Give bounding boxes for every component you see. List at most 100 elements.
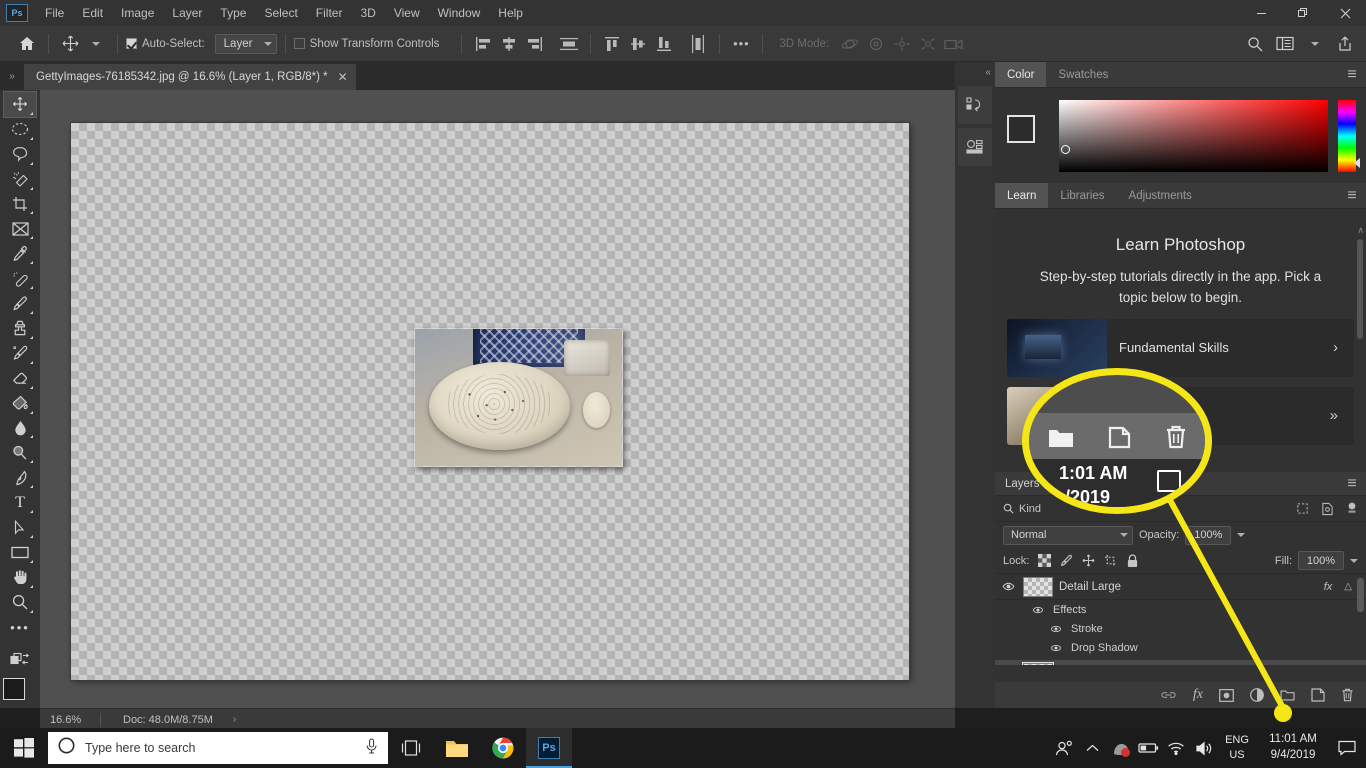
distribute-vertical-icon[interactable] bbox=[685, 32, 711, 56]
color-panel[interactable] bbox=[995, 88, 1366, 183]
spot-healing-brush-tool[interactable] bbox=[4, 266, 36, 291]
layer-style-fx-icon[interactable]: fx bbox=[1193, 687, 1203, 703]
auto-select-scope-dropdown[interactable]: Layer bbox=[214, 33, 277, 54]
menu-item-edit[interactable]: Edit bbox=[73, 2, 112, 24]
move-tool[interactable] bbox=[3, 91, 37, 118]
expand-panels-icon[interactable]: « bbox=[955, 62, 995, 82]
tab-learn[interactable]: Learn bbox=[995, 183, 1049, 208]
layer-effects-label[interactable]: Effects bbox=[1053, 604, 1086, 616]
lock-artboard-icon[interactable] bbox=[1104, 554, 1117, 567]
lock-position-icon[interactable] bbox=[1082, 554, 1095, 567]
align-top-edges-icon[interactable] bbox=[599, 32, 625, 56]
learn-panel-menu-icon[interactable]: ≡ bbox=[1338, 183, 1366, 208]
brush-tool[interactable] bbox=[4, 291, 36, 316]
menu-item-window[interactable]: Window bbox=[429, 2, 490, 24]
layers-list[interactable]: Detail Large fx △ Effects Stroke Drop Sh… bbox=[995, 573, 1366, 665]
search-input[interactable]: Type here to search bbox=[48, 732, 388, 764]
effects-filter-icon[interactable] bbox=[1346, 502, 1358, 515]
hue-slider[interactable] bbox=[1338, 99, 1360, 172]
tab-adjustments[interactable]: Adjustments bbox=[1117, 183, 1204, 208]
layer-name[interactable]: Detail Large bbox=[1059, 581, 1121, 593]
menu-item-filter[interactable]: Filter bbox=[307, 2, 352, 24]
restore-button[interactable] bbox=[1282, 0, 1324, 26]
quick-selection-tool[interactable] bbox=[4, 167, 36, 192]
gradient-tool[interactable] bbox=[4, 391, 36, 416]
align-bottom-edges-icon[interactable] bbox=[651, 32, 677, 56]
layer-fx-indicator[interactable]: fx bbox=[1324, 581, 1339, 593]
tab-swatches[interactable]: Swatches bbox=[1046, 62, 1120, 87]
dodge-tool[interactable] bbox=[4, 440, 36, 465]
chevron-right-icon[interactable]: » bbox=[1330, 407, 1354, 424]
windows-start-icon[interactable] bbox=[0, 728, 48, 768]
align-right-edges-icon[interactable] bbox=[522, 32, 548, 56]
blur-tool[interactable] bbox=[4, 416, 36, 441]
color-panel-swatches[interactable] bbox=[1005, 114, 1049, 157]
pixel-filter-icon[interactable] bbox=[1296, 502, 1309, 515]
chevron-down-icon[interactable] bbox=[1302, 32, 1328, 56]
zoom-tool[interactable] bbox=[4, 590, 36, 615]
layers-panel-menu-icon[interactable]: ≡ bbox=[1338, 475, 1366, 493]
blend-mode-dropdown[interactable]: Normal bbox=[1003, 525, 1133, 545]
scroll-up-icon[interactable]: ∧ bbox=[1357, 225, 1364, 236]
zoom-level[interactable]: 16.6% bbox=[40, 714, 100, 726]
clone-stamp-tool[interactable] bbox=[4, 316, 36, 341]
frame-tool[interactable] bbox=[4, 216, 36, 241]
distribute-horizontal-icon[interactable] bbox=[556, 32, 582, 56]
table-row[interactable]: Layer 1 bbox=[995, 660, 1366, 665]
table-row[interactable]: Stroke bbox=[995, 619, 1366, 638]
home-icon[interactable] bbox=[14, 32, 40, 56]
close-button[interactable] bbox=[1324, 0, 1366, 26]
notification-icon[interactable] bbox=[1330, 728, 1364, 768]
microphone-icon[interactable] bbox=[365, 737, 378, 759]
tab-color[interactable]: Color bbox=[995, 62, 1047, 87]
learn-panel-scrollbar[interactable] bbox=[1357, 239, 1363, 339]
move-tool-icon[interactable] bbox=[57, 32, 83, 56]
volume-icon[interactable] bbox=[1190, 728, 1218, 768]
minimize-button[interactable] bbox=[1240, 0, 1282, 26]
marquee-tool[interactable] bbox=[4, 117, 36, 142]
auto-select-checkbox[interactable]: Auto-Select: bbox=[126, 38, 205, 50]
menu-item-3d[interactable]: 3D bbox=[351, 2, 384, 24]
tool-preset-chevron-icon[interactable] bbox=[83, 32, 109, 56]
lock-transparent-icon[interactable] bbox=[1038, 554, 1052, 567]
path-selection-tool[interactable] bbox=[4, 515, 36, 540]
properties-panel-icon[interactable] bbox=[958, 128, 992, 166]
eyedropper-tool[interactable] bbox=[4, 241, 36, 266]
foreground-background-swatches[interactable] bbox=[3, 677, 37, 712]
collapse-panels-icon[interactable]: » bbox=[0, 62, 24, 90]
effect-visibility-icon[interactable] bbox=[1047, 625, 1065, 633]
rectangle-tool[interactable] bbox=[4, 540, 36, 565]
tab-libraries[interactable]: Libraries bbox=[1048, 183, 1116, 208]
task-view-icon[interactable] bbox=[388, 728, 434, 768]
effect-visibility-icon[interactable] bbox=[1047, 644, 1065, 652]
language-indicator[interactable]: ENG US bbox=[1218, 733, 1256, 763]
adjustment-layer-icon[interactable] bbox=[1250, 688, 1264, 702]
file-explorer-icon[interactable] bbox=[434, 728, 480, 768]
layer-thumbnail[interactable] bbox=[1023, 576, 1053, 597]
effects-visibility-icon[interactable] bbox=[1029, 606, 1047, 614]
image-layer-thumbnail[interactable] bbox=[414, 328, 623, 467]
opacity-chevron-icon[interactable] bbox=[1237, 533, 1246, 537]
history-brush-tool[interactable] bbox=[4, 341, 36, 366]
show-transform-controls-checkbox[interactable]: Show Transform Controls bbox=[293, 38, 439, 50]
photoshop-icon[interactable]: Ps bbox=[526, 728, 572, 768]
more-tools-button[interactable]: ••• bbox=[4, 615, 36, 640]
crop-tool[interactable] bbox=[4, 192, 36, 217]
link-layers-icon[interactable] bbox=[1160, 689, 1177, 701]
wifi-icon[interactable] bbox=[1162, 728, 1190, 768]
foreground-color-swatch[interactable] bbox=[1007, 114, 1035, 143]
eraser-tool[interactable] bbox=[4, 366, 36, 391]
workspace-icon[interactable] bbox=[1272, 32, 1298, 56]
lock-image-icon[interactable] bbox=[1060, 554, 1073, 567]
layer-thumbnail[interactable] bbox=[1022, 661, 1054, 665]
lasso-tool[interactable] bbox=[4, 142, 36, 167]
align-left-edges-icon[interactable] bbox=[470, 32, 496, 56]
layers-scrollbar[interactable] bbox=[1357, 578, 1364, 612]
menu-item-image[interactable]: Image bbox=[112, 2, 163, 24]
document-tab[interactable]: GettyImages-76185342.jpg @ 16.6% (Layer … bbox=[24, 64, 357, 90]
search-icon[interactable] bbox=[1242, 32, 1268, 56]
layer-effect-stroke-label[interactable]: Stroke bbox=[1071, 623, 1103, 635]
delete-layer-icon[interactable] bbox=[1341, 688, 1354, 702]
battery-icon[interactable] bbox=[1134, 728, 1162, 768]
tray-app-icon[interactable] bbox=[1106, 728, 1134, 768]
